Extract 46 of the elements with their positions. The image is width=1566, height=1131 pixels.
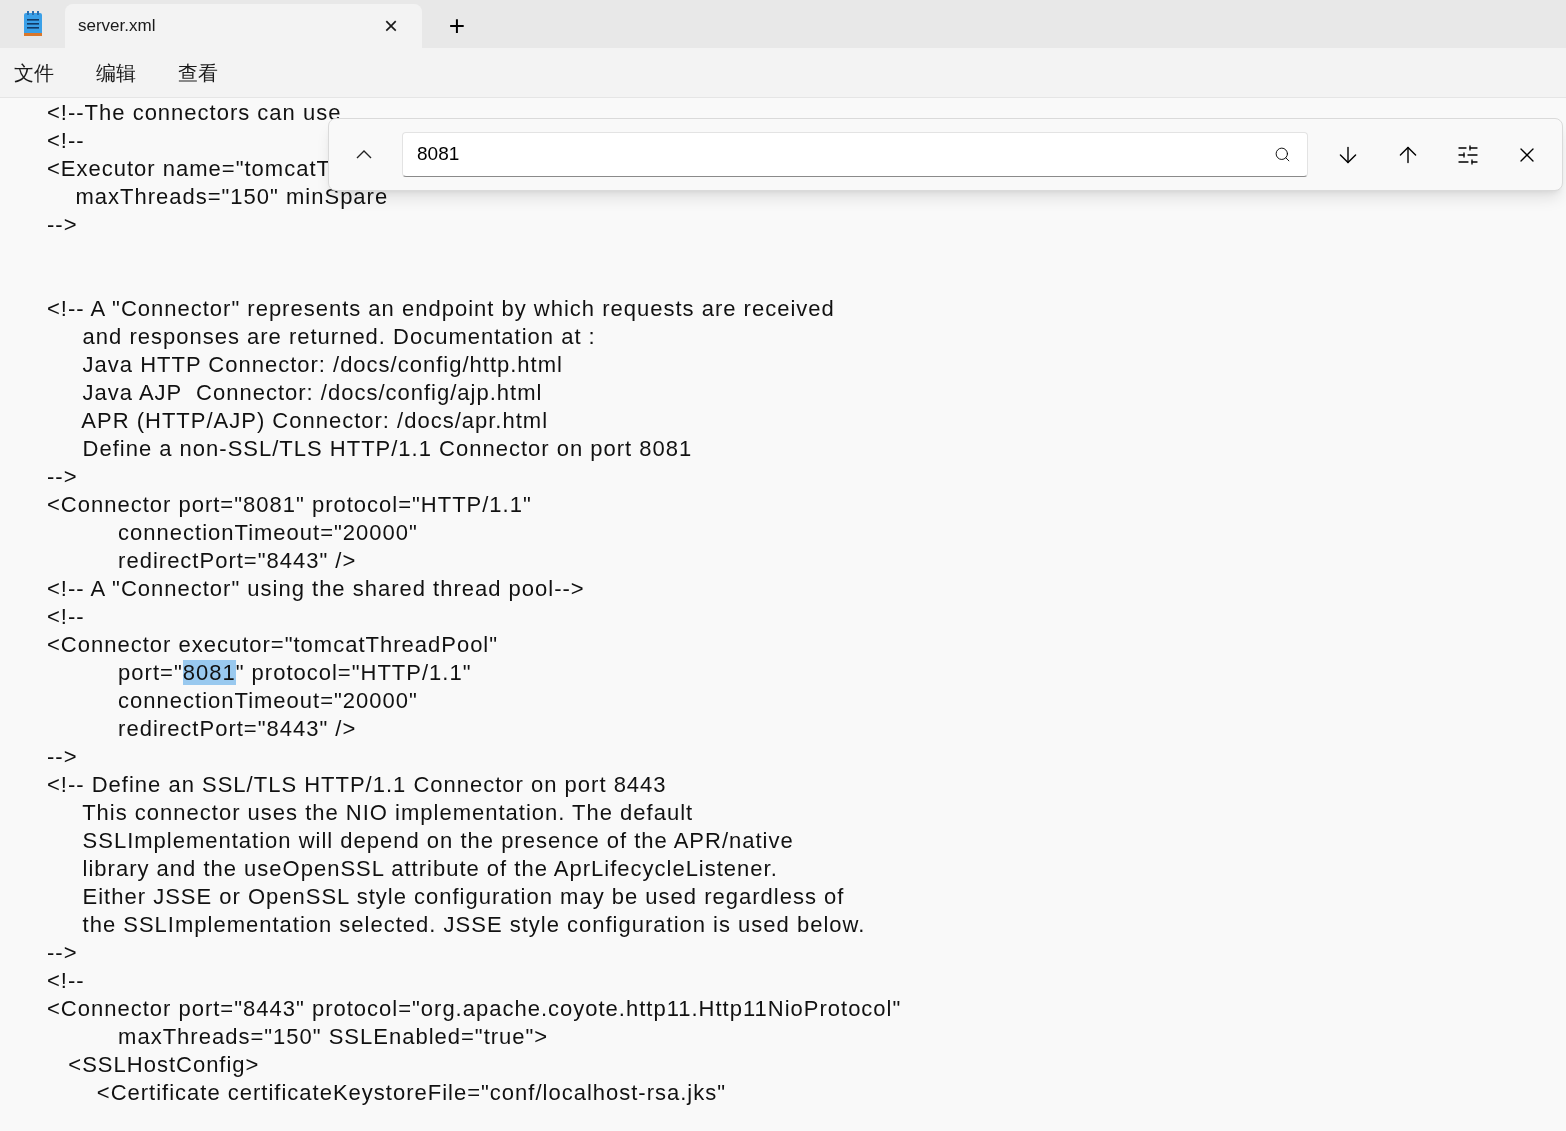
new-tab-button[interactable]: +: [442, 4, 472, 48]
code-line: APR (HTTP/AJP) Connector: /docs/apr.html: [80, 408, 549, 433]
code-line: connectionTimeout="20000": [117, 688, 418, 713]
menu-item[interactable]: 查看: [178, 57, 218, 88]
code-line: This connector uses the NIO implementation. The default: [81, 800, 694, 825]
code-line: <SSLHostConfig>: [67, 1052, 260, 1077]
tab-label: server.xml: [78, 15, 157, 38]
menu-item[interactable]: 文件: [14, 57, 54, 88]
code-line: library and the useOpenSSL attribute of the AprLifecycleListener.: [81, 856, 778, 881]
code-line: Either JSSE or OpenSSL style configuration may be used regardless of: [81, 884, 845, 909]
code-line: <!--The connectors can use: [47, 100, 342, 125]
code-line: and responses are returned. Documentation at :: [81, 324, 596, 349]
menu-item[interactable]: 编辑: [96, 57, 136, 88]
code-line: Define a non-SSL/TLS HTTP/1.1 Connector on port 8081: [81, 436, 693, 461]
tab[interactable]: server.xml ×: [65, 4, 422, 48]
code-line: <!--: [47, 604, 85, 629]
notepad-icon: [22, 11, 43, 37]
code-line: <Connector executor="tomcatThreadPool": [47, 632, 499, 657]
code-line: maxThreads="150" SSLEnabled="true">: [117, 1024, 549, 1049]
search-icon: [1274, 146, 1291, 163]
code-line: -->: [47, 744, 78, 769]
code-line: Java HTTP Connector: /docs/config/http.html: [81, 352, 563, 377]
code-line: -->: [47, 940, 78, 965]
code-line: <!--: [47, 128, 85, 153]
code-line: -->: [47, 464, 78, 489]
code-line: <Certificate certificateKeystoreFile="conf/localhost-rsa.jks": [95, 1080, 727, 1105]
close-tab-button[interactable]: ×: [380, 14, 402, 38]
code-line: <!-- A "Connector" using the shared thread pool-->: [47, 576, 585, 601]
code-line: redirectPort="8443" />: [117, 548, 357, 573]
chevron-up-icon: [356, 150, 372, 159]
code-line: <Executor name="tomcatT: [47, 156, 331, 181]
code-line: SSLImplementation will depend on the presence of the APR/native: [81, 828, 794, 853]
code-line: maxThreads="150" minSpare: [74, 184, 389, 209]
code-line: <!-- A "Connector" represents an endpoint by which requests are received: [47, 296, 835, 321]
code-line: redirectPort="8443" />: [117, 716, 357, 741]
code-line: -->: [47, 212, 78, 237]
code-line: <Connector port="8443" protocol="org.apache.coyote.http11.Http11NioProtocol": [47, 996, 902, 1021]
code-line: <!-- Define an SSL/TLS HTTP/1.1 Connector on port 8443: [47, 772, 667, 797]
code-line: port="8081" protocol="HTTP/1.1": [117, 660, 472, 685]
search-field[interactable]: 8081: [402, 132, 1308, 177]
search-input[interactable]: 8081: [417, 140, 1274, 169]
code-line: the SSLImplementation selected. JSSE style configuration is used below.: [81, 912, 866, 937]
code-line: <!--: [47, 968, 85, 993]
code-line: connectionTimeout="20000": [117, 520, 418, 545]
code-line: Java AJP Connector: /docs/config/ajp.html: [81, 380, 543, 405]
code-line: <Connector port="8081" protocol="HTTP/1.1": [47, 492, 532, 517]
